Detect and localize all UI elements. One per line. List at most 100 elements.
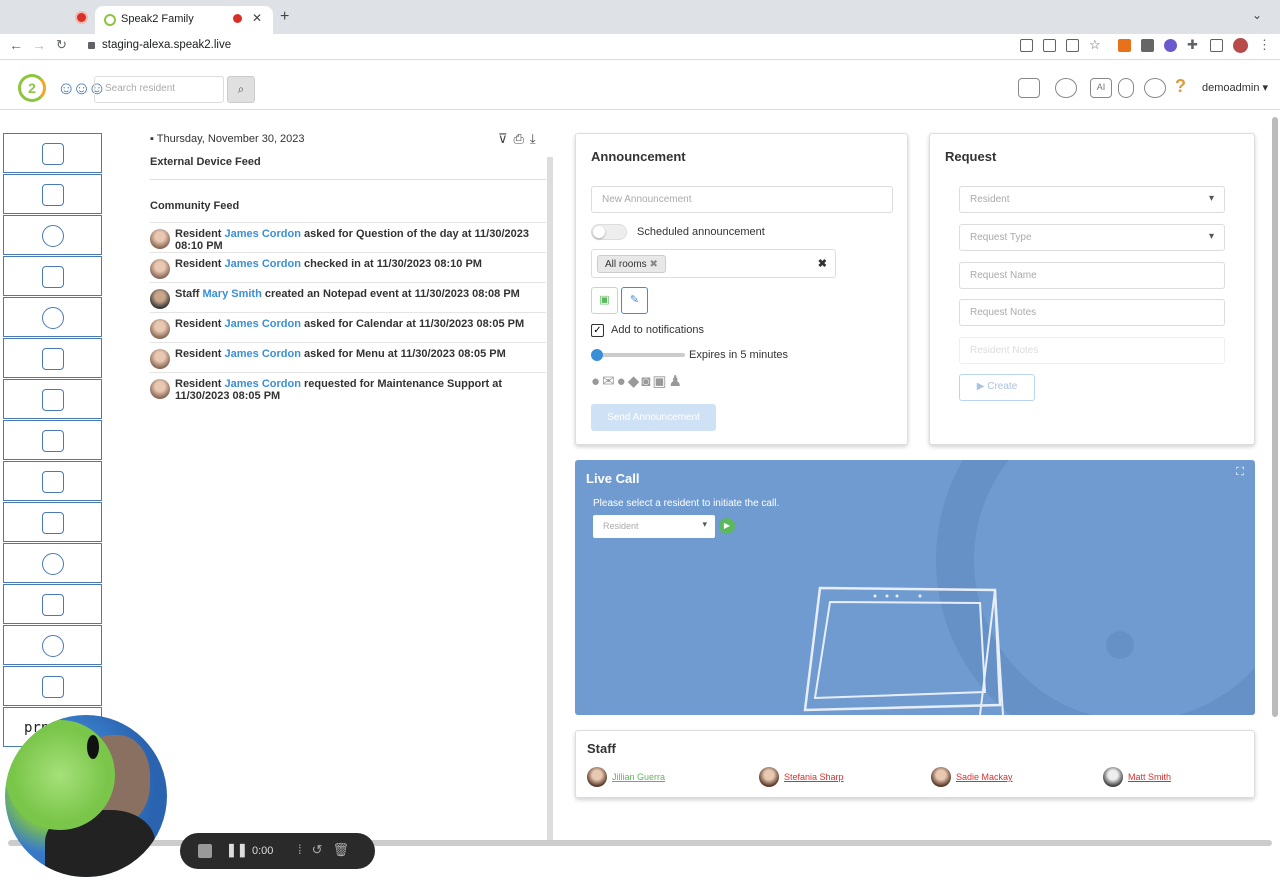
staff-name-link[interactable]: Jillian Guerra xyxy=(612,772,665,782)
ai-chip-icon[interactable]: AI xyxy=(1090,78,1112,98)
delete-icon[interactable]: 🗑 xyxy=(333,842,360,857)
share-icon[interactable] xyxy=(1066,39,1079,52)
lock-icon[interactable] xyxy=(88,42,95,49)
email-icon[interactable]: ✉ xyxy=(602,373,617,390)
recording-tab-icon[interactable] xyxy=(77,13,86,22)
feed-person-link[interactable]: James Cordon xyxy=(225,318,301,330)
notifications-checkbox[interactable]: ✓ xyxy=(591,324,604,337)
browser-tab-active[interactable]: Speak2 Family ✕ xyxy=(95,6,273,34)
sidebar-item-news[interactable] xyxy=(3,379,102,419)
sidebar-item-calendar[interactable] xyxy=(3,133,102,173)
settings-gear-icon[interactable] xyxy=(1144,78,1166,98)
feed-person-link[interactable]: James Cordon xyxy=(225,258,301,270)
forward-icon[interactable]: → xyxy=(32,37,46,53)
bookmark-star-icon[interactable]: ☆ xyxy=(1089,37,1102,52)
announcement-input[interactable]: New Announcement xyxy=(591,186,893,213)
extensions-puzzle-icon[interactable]: ✚ xyxy=(1187,37,1200,52)
edit-icon[interactable]: ✎ xyxy=(621,287,648,314)
staff-card: Staff Jillian Guerra Stefania Sharp Sadi… xyxy=(575,730,1255,798)
linkedin-icon[interactable]: ▣ xyxy=(652,373,668,390)
staff-name-link[interactable]: Matt Smith xyxy=(1128,772,1171,782)
sidebar-item-ai[interactable] xyxy=(3,338,102,378)
back-icon[interactable]: ← xyxy=(9,37,23,53)
request-name-input[interactable]: Request Name xyxy=(959,262,1225,289)
sidebar-item-activities[interactable] xyxy=(3,215,102,255)
slider-knob[interactable] xyxy=(591,349,603,361)
sidebar-toggle-icon[interactable] xyxy=(1210,39,1223,52)
speak2-logo[interactable]: 2 xyxy=(18,74,46,102)
reload-icon[interactable]: ↻ xyxy=(56,37,67,53)
request-resident-select[interactable]: Resident xyxy=(959,186,1225,213)
sidebar-item-announcements[interactable] xyxy=(3,420,102,460)
avatar xyxy=(759,767,779,787)
new-tab-button[interactable]: + xyxy=(280,8,289,26)
expand-icon[interactable]: ⛶ xyxy=(1236,466,1244,479)
restart-icon[interactable]: ↺ xyxy=(312,842,333,857)
browser-menu-icon[interactable]: ⋮ xyxy=(1258,37,1271,52)
tools-icon[interactable] xyxy=(1118,78,1134,98)
filter-icon[interactable]: ⊽ xyxy=(498,131,514,146)
address-bar[interactable]: staging-alexa.speak2.live xyxy=(102,39,231,51)
staff-name-link[interactable]: Sadie Mackay xyxy=(956,772,1013,782)
close-tab-icon[interactable]: ✕ xyxy=(252,11,262,25)
sidebar-item-alerts[interactable] xyxy=(3,256,102,296)
user-menu[interactable]: demoadmin ▾ xyxy=(1202,81,1268,94)
extension-t-icon[interactable] xyxy=(1141,39,1154,52)
print-icon[interactable]: ⎙ xyxy=(514,131,530,146)
sidebar-item-reports[interactable] xyxy=(3,625,102,665)
resident-notes-input[interactable]: Resident Notes xyxy=(959,337,1225,364)
extension-gear-icon[interactable] xyxy=(1164,39,1177,52)
staff-name-link[interactable]: Stefania Sharp xyxy=(784,772,844,782)
search-button[interactable]: ⌕ xyxy=(227,76,255,103)
webcam-overlay[interactable] xyxy=(5,715,167,877)
twitter-icon[interactable]: ◆ xyxy=(628,373,642,390)
vertical-scrollbar[interactable] xyxy=(1272,117,1278,717)
instagram-icon[interactable]: ◙ xyxy=(641,373,652,390)
staff-title: Staff xyxy=(587,741,616,756)
expires-slider[interactable] xyxy=(591,349,685,361)
feed-person-link[interactable]: James Cordon xyxy=(225,228,301,240)
sidebar-item-menu[interactable] xyxy=(3,174,102,214)
help-icon[interactable]: ? xyxy=(1175,76,1186,97)
tab-search-icon[interactable]: ⌄ xyxy=(1252,8,1262,22)
sidebar-item-wave[interactable] xyxy=(3,584,102,624)
start-call-button[interactable]: ▶ xyxy=(719,518,735,534)
groups-icon[interactable]: ♟ xyxy=(669,373,684,390)
sms-icon[interactable]: ● xyxy=(591,373,602,390)
sidebar-item-checkin[interactable] xyxy=(3,297,102,337)
feed-person-link[interactable]: Mary Smith xyxy=(203,288,262,300)
create-button[interactable]: ▶ Create xyxy=(959,374,1035,401)
feed-person-link[interactable]: James Cordon xyxy=(225,378,301,390)
users-icon[interactable] xyxy=(1055,78,1077,98)
profile-avatar[interactable] xyxy=(1233,38,1248,53)
feed-person-link[interactable]: James Cordon xyxy=(225,348,301,360)
sidebar-item-documents[interactable] xyxy=(3,666,102,706)
save-icon[interactable]: ▣ xyxy=(591,287,618,314)
rooms-select[interactable]: All rooms ✖ ✖ xyxy=(591,249,836,278)
live-call-resident-select[interactable]: Resident xyxy=(593,515,715,538)
request-type-select[interactable]: Request Type xyxy=(959,224,1225,251)
chip-remove-icon[interactable]: ✖ xyxy=(649,259,657,270)
download-icon[interactable]: ⤓ xyxy=(530,131,542,146)
feed-scrollbar[interactable] xyxy=(547,157,553,843)
search-input[interactable]: Search resident xyxy=(94,76,224,103)
room-chip[interactable]: All rooms ✖ xyxy=(597,255,666,273)
extension-orange-icon[interactable] xyxy=(1118,39,1131,52)
sidebar-item-devices[interactable] xyxy=(3,502,102,542)
mail-icon[interactable] xyxy=(1018,78,1040,98)
request-title: Request xyxy=(945,149,997,164)
tab-title: Speak2 Family xyxy=(121,13,194,25)
stop-recording-button[interactable] xyxy=(198,844,212,858)
browser-toolbar: ← → ↻ staging-alexa.speak2.live ☆ ✚ ⋮ xyxy=(0,34,1280,60)
sidebar-item-awards[interactable] xyxy=(3,543,102,583)
sidebar-item-notes[interactable] xyxy=(3,461,102,501)
camera-icon[interactable] xyxy=(1020,39,1033,52)
install-icon[interactable] xyxy=(1043,39,1056,52)
pause-icon[interactable]: ❚❚ xyxy=(226,842,248,858)
scheduled-toggle[interactable] xyxy=(591,224,627,240)
clear-rooms-icon[interactable]: ✖ xyxy=(818,257,827,270)
send-announcement-button[interactable]: Send Announcement xyxy=(591,404,716,431)
facebook-icon[interactable]: ● xyxy=(617,373,628,390)
grid-icon[interactable]: ⁞ xyxy=(298,842,312,857)
request-notes-input[interactable]: Request Notes xyxy=(959,299,1225,326)
